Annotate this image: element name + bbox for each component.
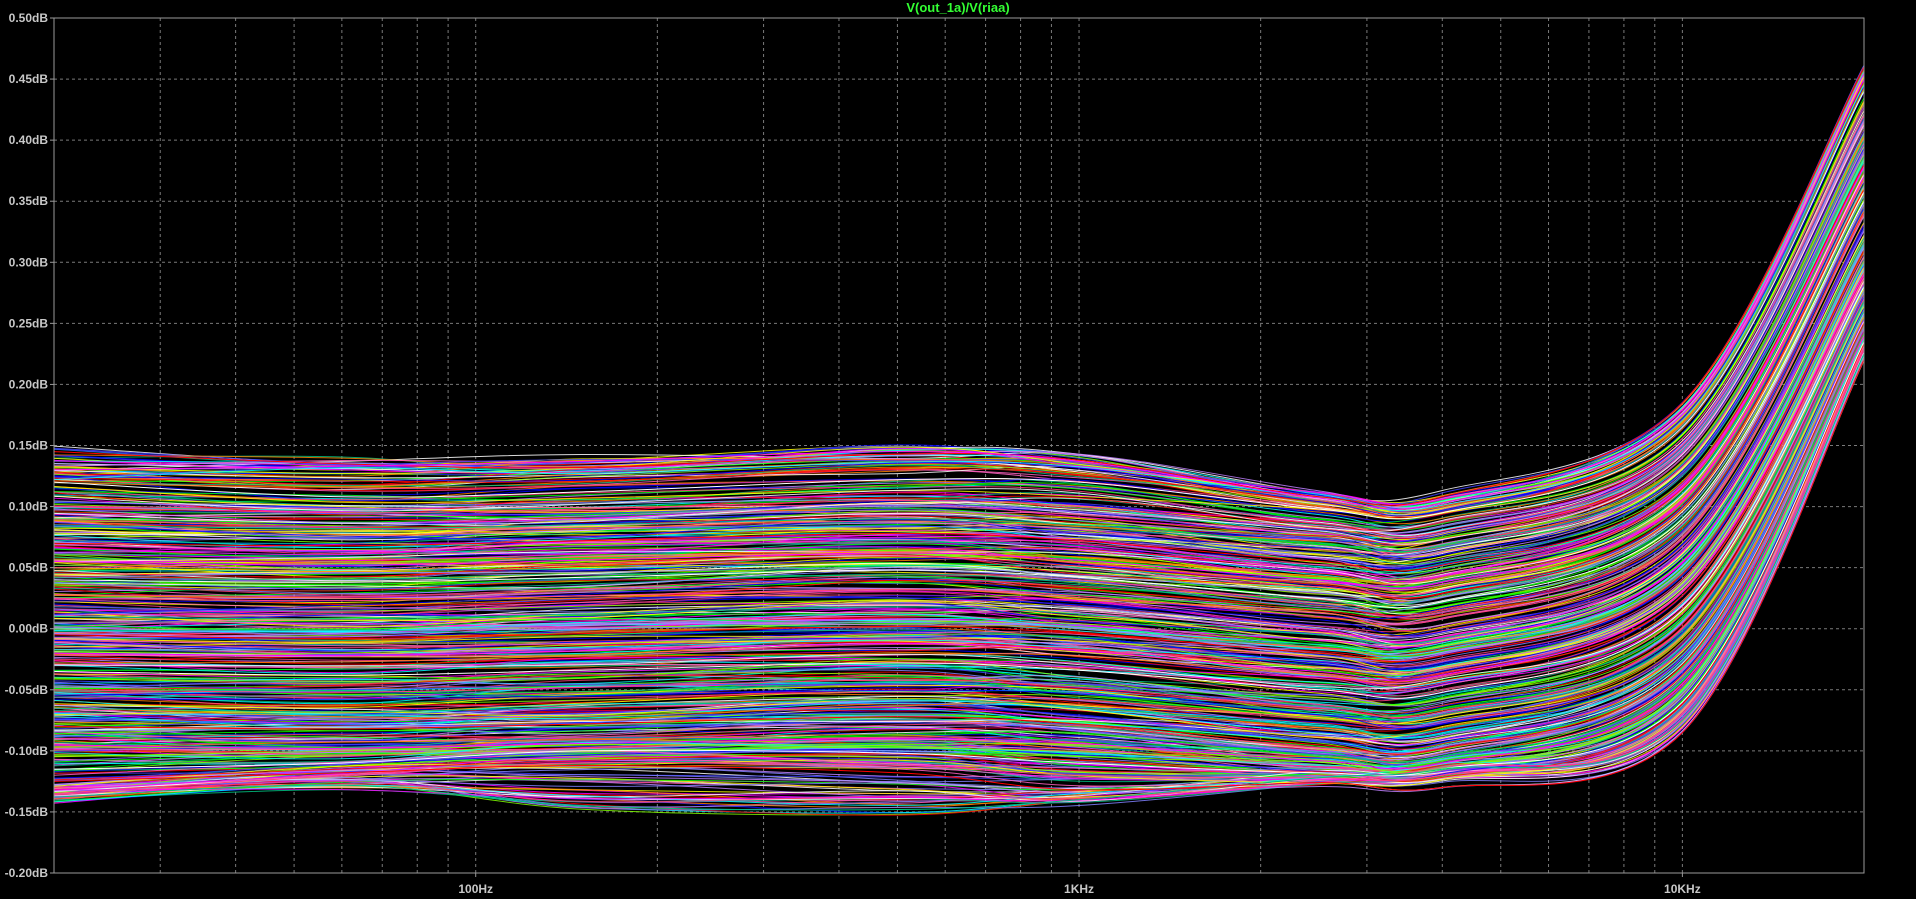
y-tick-label: -0.05dB bbox=[5, 683, 49, 697]
y-tick-label: 0.25dB bbox=[9, 316, 49, 330]
y-tick-label: 0.15dB bbox=[9, 439, 49, 453]
y-tick-label: 0.10dB bbox=[9, 500, 49, 514]
y-tick-label: 0.30dB bbox=[9, 255, 49, 269]
bode-plot: V(out_1a)/V(riaa) 0.50dB 0.45dB 0.40dB 0.35… bbox=[0, 0, 1916, 899]
y-tick-label: -0.10dB bbox=[5, 744, 49, 758]
x-tick-label: 100Hz bbox=[458, 882, 493, 896]
y-axis-ticks: 0.50dB 0.45dB 0.40dB 0.35dB 0.30dB 0.25dB 0.20… bbox=[5, 11, 54, 880]
y-tick-label: -0.20dB bbox=[5, 866, 49, 880]
y-tick-label: 0.00dB bbox=[9, 622, 49, 636]
x-tick-label: 1KHz bbox=[1064, 882, 1094, 896]
y-tick-label: -0.15dB bbox=[5, 805, 49, 819]
y-tick-label: 0.50dB bbox=[9, 11, 49, 25]
y-tick-label: 0.05dB bbox=[9, 561, 49, 575]
y-tick-label: 0.35dB bbox=[9, 194, 49, 208]
chart-title: V(out_1a)/V(riaa) bbox=[906, 0, 1009, 15]
x-tick-label: 10KHz bbox=[1664, 882, 1701, 896]
y-tick-label: 0.45dB bbox=[9, 72, 49, 86]
y-tick-label: 0.40dB bbox=[9, 133, 49, 147]
y-tick-label: 0.20dB bbox=[9, 377, 49, 391]
